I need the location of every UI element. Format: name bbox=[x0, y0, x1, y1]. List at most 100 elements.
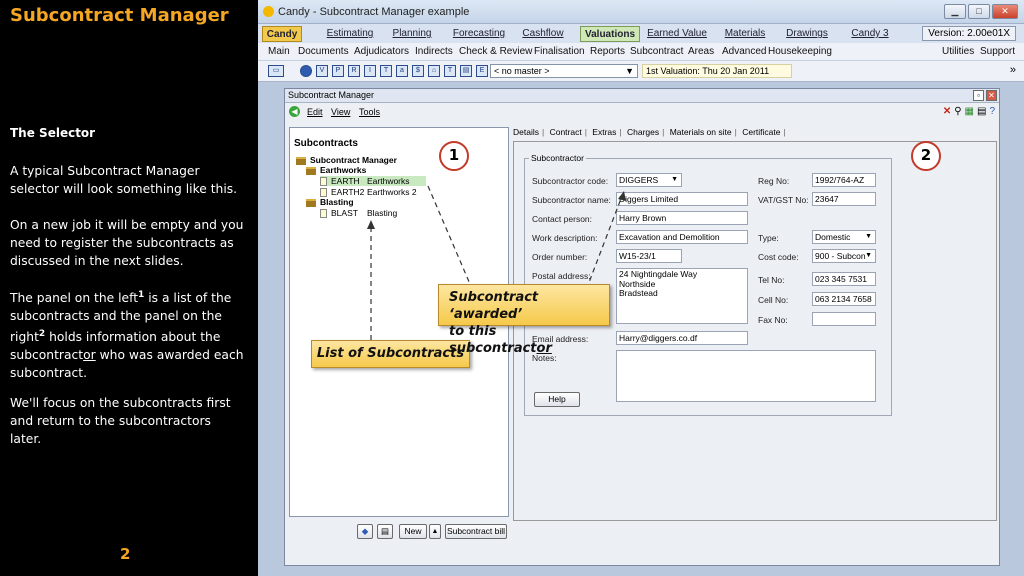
cell-no-field[interactable]: 063 2134 7658 bbox=[812, 292, 876, 306]
menu-view[interactable]: View bbox=[331, 107, 350, 117]
menu-housekeeping[interactable]: Housekeeping bbox=[768, 46, 832, 57]
tree-root[interactable]: Subcontract Manager bbox=[296, 155, 397, 165]
tab-materials-on-site[interactable]: Materials on site bbox=[670, 127, 732, 137]
r-icon[interactable]: R bbox=[348, 65, 360, 77]
inner-restore-button[interactable]: ▫ bbox=[973, 90, 984, 101]
module-candy[interactable]: Candy bbox=[262, 26, 302, 42]
menu-finalisation[interactable]: Finalisation bbox=[534, 46, 585, 57]
double-chevron-icon[interactable]: » bbox=[1010, 64, 1016, 76]
module-estimating[interactable]: Estimating bbox=[324, 26, 376, 42]
folder-icon bbox=[306, 166, 316, 175]
subcontractor-code-select[interactable]: DIGGERS ▼ bbox=[616, 173, 682, 187]
menu-areas[interactable]: Areas bbox=[688, 46, 714, 57]
diamond-button-icon[interactable]: ◆ bbox=[357, 524, 373, 539]
notes-field[interactable] bbox=[616, 350, 876, 402]
module-forecasting[interactable]: Forecasting bbox=[450, 26, 508, 42]
delete-icon[interactable]: ✕ bbox=[943, 106, 951, 117]
menu-tools[interactable]: Tools bbox=[359, 107, 380, 117]
excel-icon[interactable]: ▦ bbox=[965, 106, 974, 117]
menu-main[interactable]: Main bbox=[268, 46, 290, 57]
fax-label: Fax No: bbox=[758, 315, 788, 325]
tel-no-field[interactable]: 023 345 7531 bbox=[812, 272, 876, 286]
chevron-down-icon: ▼ bbox=[865, 233, 872, 240]
menu-adjudicators[interactable]: Adjudicators bbox=[354, 46, 409, 57]
diamond-icon[interactable] bbox=[300, 65, 312, 77]
module-candy3[interactable]: Candy 3 bbox=[848, 26, 892, 42]
chevron-down-icon: ▼ bbox=[865, 252, 872, 259]
module-planning[interactable]: Planning bbox=[388, 26, 436, 42]
tree-item-earth[interactable]: EARTH Earthworks bbox=[320, 176, 426, 187]
print-icon[interactable]: ▤ bbox=[460, 65, 472, 77]
maximize-button[interactable]: □ bbox=[968, 4, 990, 19]
adj-icon[interactable]: a bbox=[396, 65, 408, 77]
menu-indirects[interactable]: Indirects bbox=[415, 46, 453, 57]
tree-item-earth2[interactable]: EARTH2 Earthworks 2 bbox=[320, 187, 417, 198]
postal-address-field[interactable]: 24 Nightingdale Way Northside Bradstead bbox=[616, 268, 748, 324]
inner-close-button[interactable]: ✕ bbox=[986, 90, 997, 101]
subcontractor-name-field[interactable]: Diggers Limited bbox=[616, 192, 748, 206]
chevron-down-icon: ▼ bbox=[625, 66, 634, 76]
close-button[interactable]: ✕ bbox=[992, 4, 1018, 19]
order-label: Order number: bbox=[532, 252, 588, 262]
back-arrow-icon[interactable]: ◀ bbox=[289, 106, 300, 117]
tree-group-blasting[interactable]: Blasting bbox=[306, 197, 354, 207]
new-button[interactable]: New bbox=[399, 524, 427, 539]
work-description-field[interactable]: Excavation and Demolition bbox=[616, 230, 748, 244]
module-valuations[interactable]: Valuations bbox=[580, 26, 640, 42]
fax-no-field[interactable] bbox=[812, 312, 876, 326]
type-select[interactable]: Domestic ▼ bbox=[812, 230, 876, 244]
help-icon[interactable]: ? bbox=[989, 106, 995, 117]
currency-icon[interactable]: $ bbox=[412, 65, 424, 77]
order-number-field[interactable]: W15-23/1 bbox=[616, 249, 682, 263]
contact-person-field[interactable]: Harry Brown bbox=[616, 211, 748, 225]
tree-item-blast[interactable]: BLAST Blasting bbox=[320, 208, 397, 219]
list-bottom-bar: ◆ ▤ New ▲ Subcontract bill bbox=[289, 520, 509, 544]
menu-advanced[interactable]: Advanced bbox=[722, 46, 766, 57]
tree-group-earthworks[interactable]: Earthworks bbox=[306, 165, 366, 175]
tab-certificate[interactable]: Certificate bbox=[742, 127, 780, 137]
reg-no-field[interactable]: 1992/764-AZ bbox=[812, 173, 876, 187]
folder-icon bbox=[296, 156, 306, 165]
print-button-icon[interactable]: ▤ bbox=[377, 524, 393, 539]
tab-contract[interactable]: Contract bbox=[550, 127, 582, 137]
name-label: Subcontractor name: bbox=[532, 195, 611, 205]
p-icon[interactable]: P bbox=[332, 65, 344, 77]
screen-icon[interactable]: ▭ bbox=[268, 65, 284, 77]
module-cashflow[interactable]: Cashflow bbox=[520, 26, 566, 42]
e-icon[interactable]: E bbox=[476, 65, 488, 77]
tab-charges[interactable]: Charges bbox=[627, 127, 659, 137]
up-arrow-button[interactable]: ▲ bbox=[429, 524, 441, 539]
module-materials[interactable]: Materials bbox=[720, 26, 770, 42]
vat-no-field[interactable]: 23647 bbox=[812, 192, 876, 206]
module-drawings[interactable]: Drawings bbox=[784, 26, 830, 42]
menu-reports[interactable]: Reports bbox=[590, 46, 625, 57]
i-icon[interactable]: I bbox=[364, 65, 376, 77]
module-earned-value[interactable]: Earned Value bbox=[646, 26, 708, 42]
cost-code-select[interactable]: 900 - Subcon ▼ bbox=[812, 249, 876, 263]
binoculars-icon[interactable]: ⚲ bbox=[954, 106, 961, 117]
bank-icon[interactable]: ⌂ bbox=[428, 65, 440, 77]
slide-title: Subcontract Manager bbox=[10, 5, 229, 26]
callout-subcontract-awarded: Subcontract ‘awarded’ to this subcontrac… bbox=[438, 284, 610, 356]
reg-label: Reg No: bbox=[758, 176, 790, 186]
tab-details[interactable]: Details bbox=[513, 127, 539, 137]
menu-documents[interactable]: Documents bbox=[298, 46, 349, 57]
subcontract-bill-button[interactable]: Subcontract bill bbox=[445, 524, 507, 539]
menu-subcontract[interactable]: Subcontract bbox=[630, 46, 683, 57]
font-size-icon[interactable]: T bbox=[380, 65, 392, 77]
master-select[interactable]: < no master > ▼ bbox=[490, 64, 638, 78]
printer-icon[interactable]: ▤ bbox=[977, 106, 986, 117]
tab-extras[interactable]: Extras bbox=[592, 127, 616, 137]
email-field[interactable]: Harry@diggers.co.df bbox=[616, 331, 748, 345]
menu-check-review[interactable]: Check & Review bbox=[459, 46, 532, 57]
menu-support[interactable]: Support bbox=[980, 46, 1015, 57]
module-bar: Candy Estimating Planning Forecasting Ca… bbox=[258, 24, 1024, 43]
pin-icon[interactable]: T bbox=[444, 65, 456, 77]
minimize-button[interactable]: ▁ bbox=[944, 4, 966, 19]
v-icon[interactable]: V bbox=[316, 65, 328, 77]
annotation-circle-2: 2 bbox=[911, 141, 941, 171]
help-button[interactable]: Help bbox=[534, 392, 580, 407]
menu-utilities[interactable]: Utilities bbox=[942, 46, 974, 57]
window-title: Candy - Subcontract Manager example bbox=[278, 6, 470, 18]
menu-edit[interactable]: Edit bbox=[307, 107, 323, 117]
